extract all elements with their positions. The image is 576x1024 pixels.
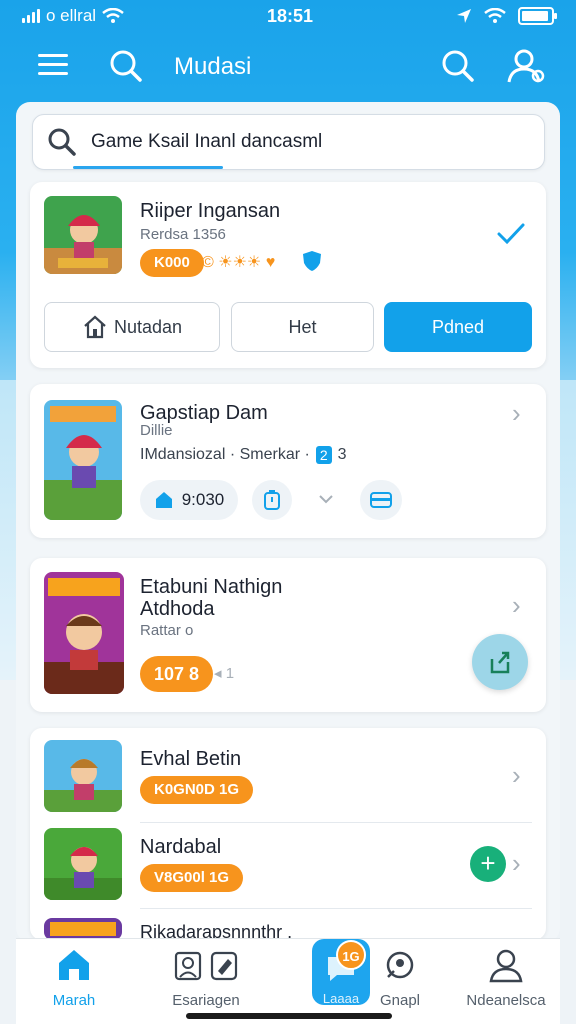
het-button[interactable]: Het [231, 302, 374, 352]
game-subtitle: Rerdsa 1356 [140, 226, 226, 243]
search-underline [73, 166, 223, 169]
game-meta: IMdansiozal · Smerkar · 2 3 [140, 446, 347, 464]
chevron-down-icon[interactable] [318, 494, 334, 504]
game-card[interactable]: Riiper Ingansan Rerdsa 1356 K000 © ☀☀☀ ♥… [30, 182, 546, 368]
timer-icon [264, 490, 280, 510]
game-thumbnail [44, 196, 122, 274]
signal-icon [22, 9, 40, 23]
search-value: Game Ksail Inanl dancasml [91, 131, 323, 152]
status-bar: o ellral 18:51 [0, 0, 576, 32]
search-icon[interactable] [108, 48, 144, 84]
game-thumbnail [44, 918, 122, 940]
home-icon [84, 315, 106, 339]
game-badge: 107 8 [140, 656, 214, 692]
game-badge: K0GN0D 1G [140, 776, 254, 804]
rating-icons: © ☀☀☀ ♥ [202, 254, 276, 271]
divider [140, 822, 532, 823]
app-title: Mudasi [174, 53, 252, 80]
primary-action-button[interactable]: Pdned [384, 302, 532, 352]
search-input[interactable]: Game Ksail Inanl dancasml [32, 114, 545, 170]
nav-label: Gnapl [379, 992, 421, 1009]
chevron-right-icon[interactable]: › [512, 398, 521, 429]
game-subtitle: Rattar o [140, 622, 194, 639]
game-title: Etabuni Nathign Atdhoda [140, 576, 283, 620]
divider [140, 908, 532, 909]
nav-item-library[interactable]: Esariagen [156, 947, 256, 1009]
home-action-label: Nutadan [113, 316, 183, 337]
nav-item-home[interactable]: Marah [24, 947, 124, 1009]
search-icon [48, 128, 76, 156]
home-action-button[interactable]: Nutadan [44, 302, 220, 352]
checkmark-icon [497, 223, 525, 245]
card-button[interactable] [360, 480, 402, 520]
card-icon [370, 492, 392, 508]
game-title: Riiper Ingansan [140, 200, 281, 222]
carrier-label: o ellral [46, 6, 97, 25]
game-title: Evhal Betin [140, 748, 242, 770]
menu-icon[interactable] [38, 54, 68, 78]
nav-label: Marah [52, 992, 96, 1009]
chip-value: 9:030 [181, 490, 225, 509]
chevron-right-icon[interactable]: › [512, 760, 521, 791]
bottom-nav: Marah Esariagen Laaaa Gnapl Ndeanelsca [16, 938, 560, 1024]
home-icon [59, 950, 89, 980]
game-thumbnail [44, 572, 124, 694]
share-button[interactable] [472, 634, 528, 690]
game-card[interactable]: Gapstiap Dam Dillie IMdansiozal · Smerka… [30, 384, 546, 538]
home-icon [155, 492, 172, 508]
refresh-icon [386, 951, 414, 979]
wifi-icon [484, 8, 506, 23]
chevron-right-icon[interactable]: › [512, 848, 521, 879]
profile-edit-icon [174, 951, 238, 981]
share-icon [490, 651, 510, 674]
game-title: Nardabal [140, 836, 222, 858]
chevron-right-icon[interactable]: › [512, 590, 521, 621]
meta-badge: 2 [315, 446, 332, 464]
notification-badge: 1G [336, 940, 366, 970]
nav-item-account[interactable]: Ndeanelsca [456, 947, 556, 1009]
user-settings-icon[interactable] [506, 46, 546, 86]
game-thumbnail [44, 828, 122, 900]
game-card[interactable]: Etabuni Nathign Atdhoda Rattar o 107 8 ◂… [30, 558, 546, 712]
battery-icon [517, 7, 557, 25]
extra-label: ◂ 1 [214, 665, 235, 682]
game-meta-text: IMdansiozal · Smerkar · [140, 446, 310, 463]
user-icon [489, 949, 523, 983]
add-button[interactable]: + [470, 846, 506, 882]
game-subtitle: Dillie [140, 422, 173, 439]
game-thumbnail [44, 740, 122, 812]
timer-button[interactable] [252, 480, 292, 520]
game-badge: V8G00l 1G [140, 864, 244, 892]
nav-label: Esariagen [172, 992, 240, 1009]
clock: 18:51 [267, 5, 314, 26]
home-indicator[interactable] [186, 1013, 392, 1019]
meta-suffix: 3 [337, 446, 347, 463]
location-arrow-icon [456, 9, 471, 23]
stat-chip[interactable]: 9:030 [140, 480, 238, 520]
search-icon[interactable] [440, 48, 476, 84]
game-thumbnail [44, 400, 122, 520]
app-bar: Mudasi [0, 40, 576, 94]
nav-label: Ndeanelsca [466, 992, 546, 1009]
shield-icon [303, 251, 321, 271]
game-list-card: Evhal Betin K0GN0D 1G › Nardabal V8G00l … [30, 728, 546, 942]
game-badge: K000 [140, 249, 204, 277]
wifi-icon [102, 8, 124, 23]
